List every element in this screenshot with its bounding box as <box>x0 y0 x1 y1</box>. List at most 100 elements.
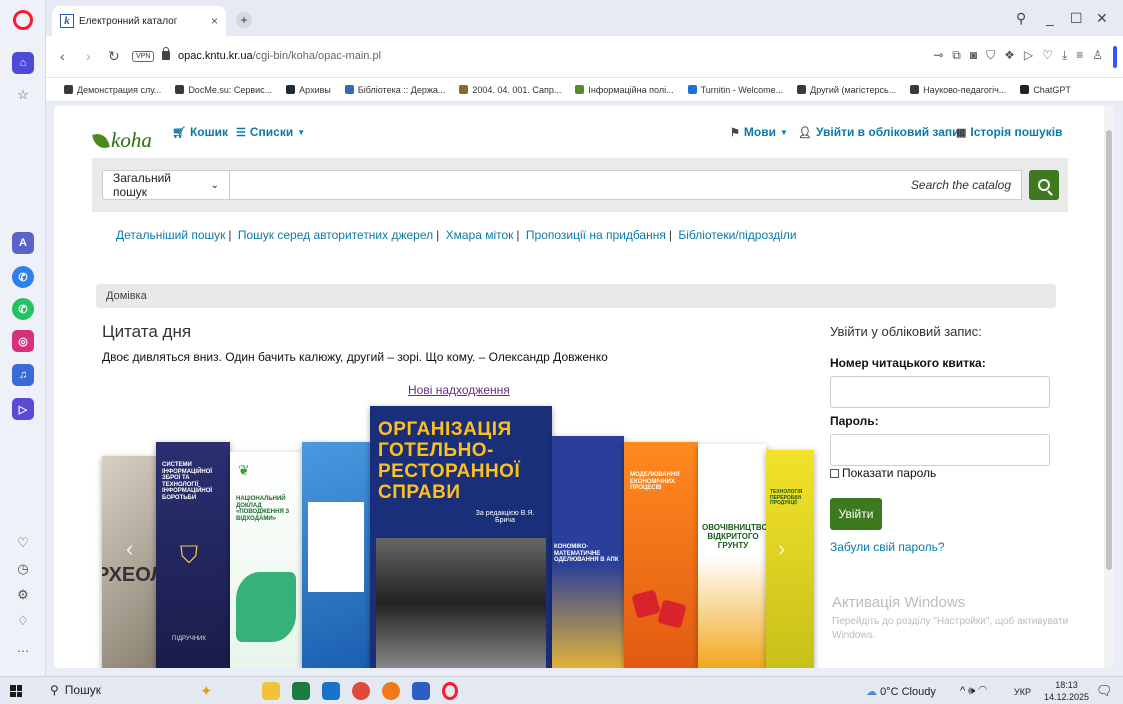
bookmark-item[interactable]: Turnitin - Welcome... <box>687 85 783 95</box>
excel-icon[interactable] <box>292 682 310 700</box>
aria-icon[interactable]: A <box>12 232 34 254</box>
language-indicator[interactable]: УКР <box>1014 687 1031 697</box>
languages-link[interactable]: ⚑ Мови ▼ <box>730 125 788 139</box>
bookmark-item[interactable]: Другий (магістерсь... <box>797 85 896 95</box>
camera-icon[interactable]: ◙ <box>970 48 977 63</box>
checkbox[interactable] <box>830 468 839 478</box>
back-icon[interactable]: ‹ <box>60 48 65 64</box>
card-number-input[interactable] <box>830 376 1050 408</box>
instagram-icon[interactable]: ◎ <box>12 330 34 352</box>
shield-icon[interactable]: ⛉ <box>986 48 995 63</box>
heart-icon[interactable]: ♡ <box>14 534 32 552</box>
breadcrumb-home[interactable]: Домівка <box>106 290 147 302</box>
book-cover[interactable]: ОВОЧІВНИЦТВО ВІДКРИТОГО ГРУНТУ <box>698 444 766 668</box>
tab-catalog[interactable]: k Електронний каталог × <box>52 6 226 36</box>
lists-link[interactable]: ☰ Списки ▼ <box>236 125 305 139</box>
book-cover[interactable]: СИСТЕМИ ІНФОРМАЦІЙНОЇ ЗБРОЇ ТА ТЕХНОЛОГІ… <box>156 442 230 668</box>
scrollbar-thumb[interactable] <box>1106 130 1112 570</box>
chrome-icon[interactable] <box>352 682 370 700</box>
bookmark-item[interactable]: Інформаційна полі... <box>575 85 674 95</box>
profile-icon[interactable]: ♙ <box>1092 48 1103 63</box>
book-cover[interactable]: РХЕОЛОГІЯ <box>102 456 156 668</box>
settings-icon[interactable]: ⚙ <box>14 586 32 604</box>
close-window-icon[interactable]: ✕ <box>1096 10 1108 27</box>
opera-logo-icon[interactable] <box>13 10 33 30</box>
bookmark-label: Архивы <box>299 84 331 95</box>
messenger-icon[interactable]: ✆ <box>12 266 34 288</box>
sparkle-icon[interactable]: ✦ <box>200 682 218 700</box>
page-scrollbar[interactable] <box>1104 106 1114 668</box>
player-icon[interactable]: ▷ <box>12 398 34 420</box>
advanced-search-link[interactable]: Детальніший пошук <box>116 228 225 242</box>
bookmark-item[interactable]: Бібліотека :: Держа... <box>344 85 445 95</box>
koha-logo[interactable]: koha <box>92 128 152 153</box>
history-icon[interactable]: ◷ <box>14 560 32 578</box>
star-icon[interactable]: ☆ <box>14 86 32 104</box>
favorite-icon[interactable]: ♡ <box>1042 48 1053 63</box>
home-icon[interactable]: ⌂ <box>12 52 34 74</box>
search-button[interactable] <box>1029 170 1059 200</box>
whatsapp-icon[interactable]: ✆ <box>12 298 34 320</box>
password-input[interactable] <box>830 434 1050 466</box>
authority-search-link[interactable]: Пошук серед авторитетних джерел <box>238 228 433 242</box>
tray-icons[interactable]: ^ 🕪︎ ◠ <box>960 685 987 698</box>
tag-cloud-link[interactable]: Хмара міток <box>446 228 514 242</box>
bookmark-item[interactable]: Демонстрация слу... <box>64 85 161 95</box>
bookmark-item[interactable]: 2004. 04. 001. Сапр... <box>459 85 561 95</box>
share-icon[interactable]: ⧉ <box>952 48 961 63</box>
weather-widget[interactable]: ☁ 0°C Cloudy <box>866 685 936 698</box>
bookmark-item[interactable]: DocMe.su: Сервис... <box>175 85 272 95</box>
bookmark-item[interactable]: Архивы <box>286 85 331 95</box>
pin-icon[interactable]: ♢ <box>14 612 32 630</box>
windows-start-icon[interactable] <box>10 685 22 697</box>
music-icon[interactable]: ♫ <box>12 364 34 386</box>
search-history-link[interactable]: ▦ Історія пошуків <box>956 125 1062 139</box>
extensions-icon[interactable]: ❖ <box>1004 48 1015 63</box>
bookmark-item[interactable]: ChatGPT <box>1020 85 1071 95</box>
url-field[interactable]: opac.kntu.kr.ua/cgi-bin/koha/opac-main.p… <box>178 50 381 62</box>
more-icon[interactable]: … <box>14 638 32 656</box>
taskbar-search[interactable]: ⚲ Пошук <box>50 683 101 697</box>
download-icon[interactable]: ⤓ <box>1062 48 1067 63</box>
bookmark-item[interactable]: Науково-педагогіч... <box>910 85 1006 95</box>
file-explorer-icon[interactable] <box>262 682 280 700</box>
search-type-select[interactable]: Загальний пошук ⌄ <box>102 170 230 200</box>
maximize-icon[interactable]: ☐ <box>1070 10 1083 27</box>
book-cover[interactable]: КОНОМІКО-МАТЕМАТИЧНЕ ОДЕЛЮВАННЯ В АПК <box>552 436 624 668</box>
libraries-link[interactable]: Бібліотеки/підрозділи <box>678 228 796 242</box>
book-cover[interactable]: ОРГАНІЗАЦІЯ ГОТЕЛЬНО-РЕСТОРАННОЇ СПРАВИ … <box>370 406 552 668</box>
reload-icon[interactable]: ↻ <box>108 48 120 65</box>
carousel-next-icon[interactable]: › <box>778 536 785 562</box>
clock[interactable]: 18:13 14.12.2025 <box>1044 679 1089 703</box>
search-icon: ⚲ <box>50 683 59 697</box>
key-icon[interactable]: ⊸ <box>933 48 943 63</box>
show-password-toggle[interactable]: Показати пароль <box>830 466 936 480</box>
minimize-icon[interactable]: _ <box>1046 10 1054 26</box>
new-arrivals-link[interactable]: Нові надходження <box>408 383 510 397</box>
firefox-icon[interactable] <box>382 682 400 700</box>
search-input[interactable] <box>230 170 1022 200</box>
forgot-password-link[interactable]: Забули свій пароль? <box>830 540 945 554</box>
new-tab-button[interactable]: + <box>236 12 252 28</box>
cart-link[interactable]: 🛒︎ Кошик <box>172 125 228 139</box>
book-cover[interactable] <box>302 442 370 668</box>
login-button[interactable]: Увійти <box>830 498 882 530</box>
play-icon[interactable]: ▷ <box>1024 48 1033 63</box>
search-tabs-icon[interactable]: ⚲ <box>1016 10 1026 27</box>
notifications-icon[interactable]: 🗨︎ <box>1096 683 1113 699</box>
purchase-suggestions-link[interactable]: Пропозиції на придбання <box>526 228 666 242</box>
login-link[interactable]: 👤︎ Увійти в обліковий запис <box>798 125 966 139</box>
lock-icon[interactable] <box>162 47 170 60</box>
book-cover[interactable]: ❦ НАЦІОНАЛЬНИЙ ДОКЛАД «ПОВОДЖЕННЯ З ВІДХ… <box>230 452 302 668</box>
forward-icon[interactable]: › <box>86 48 91 64</box>
word-icon[interactable] <box>412 682 430 700</box>
close-tab-icon[interactable]: × <box>211 14 218 28</box>
list-icon: ☰ <box>236 126 246 139</box>
carousel-prev-icon[interactable]: ‹ <box>126 536 133 562</box>
book-cover[interactable]: ТЕХНОЛОГІЯ ПЕРЕРОБКИ ПРОДУКЦІЇ <box>766 450 814 668</box>
menu-icon[interactable]: ≡ <box>1076 48 1083 63</box>
book-cover[interactable]: МОДЕЛЮВАННЯ ЕКОНОМІЧНИХ ПРОЦЕСІВ <box>624 442 698 668</box>
outlook-icon[interactable] <box>322 682 340 700</box>
opera-taskbar-icon[interactable] <box>442 682 458 700</box>
vpn-badge[interactable]: VPN <box>132 51 155 62</box>
